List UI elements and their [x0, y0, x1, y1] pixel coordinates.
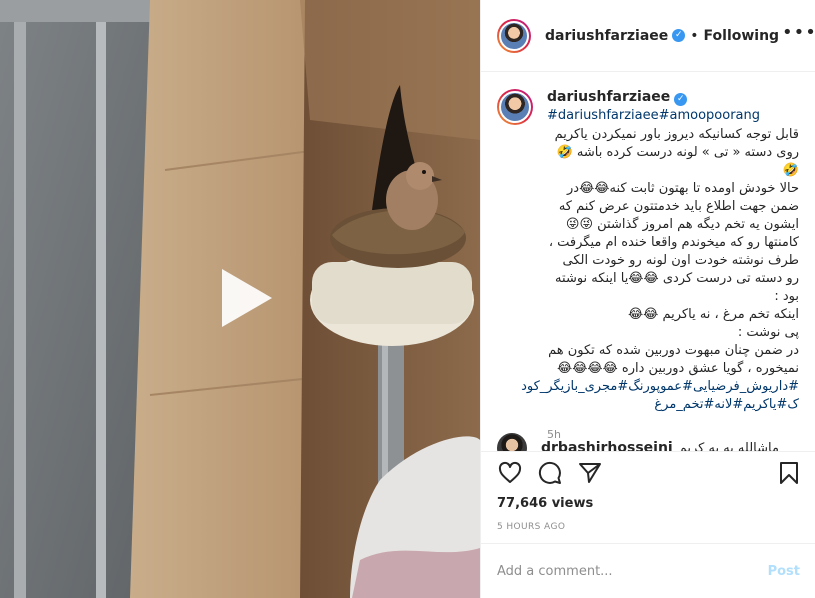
heart-icon[interactable]	[497, 460, 523, 486]
caption-hashtags[interactable]: #داریوش_فرضیایی#عموپورنگ#مجری_بازیگر_کود…	[521, 378, 799, 414]
verified-badge-icon: ✓	[672, 29, 686, 42]
more-options-icon[interactable]: •••	[782, 24, 815, 44]
comment-item: drbashirhosseini ماشالله به یه کریم	[497, 433, 779, 451]
caption-body: dariushfarziaee ✓ #dariushfarziaee#amoopo…	[521, 89, 799, 441]
post-header: dariushfarziaee ✓ • Following •••	[481, 0, 815, 72]
caption-author[interactable]: dariushfarziaee ✓	[547, 89, 799, 107]
author-avatar[interactable]	[497, 18, 531, 53]
commenter-username[interactable]: drbashirhosseini	[541, 440, 673, 451]
post-comment-button[interactable]: Post	[768, 564, 800, 579]
caption-author-avatar[interactable]	[497, 89, 533, 125]
bookmark-icon[interactable]	[776, 460, 802, 486]
author-username[interactable]: dariushfarziaee	[545, 28, 668, 44]
comment-icon[interactable]	[537, 460, 563, 486]
post-timestamp[interactable]: 5 HOURS AGO	[497, 522, 565, 532]
post-actions: 77,646 views 5 HOURS AGO	[481, 451, 815, 543]
following-button[interactable]: Following	[704, 28, 780, 44]
caption: dariushfarziaee ✓ #dariushfarziaee#amoopo…	[497, 89, 800, 441]
commenter-avatar[interactable]	[497, 433, 527, 451]
add-comment-bar: Post	[481, 543, 815, 598]
verified-badge-icon: ✓	[674, 93, 688, 106]
share-icon[interactable]	[577, 460, 603, 486]
comment-text: ماشالله به یه کریم	[678, 440, 779, 452]
post-media-video[interactable]	[0, 0, 480, 598]
play-icon[interactable]	[208, 263, 278, 333]
comments-section[interactable]: dariushfarziaee ✓ #dariushfarziaee#amoopo…	[481, 73, 815, 451]
view-count[interactable]: 77,646 views	[497, 496, 593, 511]
comment-input[interactable]	[497, 563, 768, 579]
caption-text: قابل توجه کسانیکه دیروز باور نمیکردن یاک…	[548, 127, 799, 376]
separator-dot: •	[690, 27, 699, 44]
post-detail-panel: dariushfarziaee ✓ • Following ••• darius…	[480, 0, 815, 598]
caption-hashtags-top[interactable]: #dariushfarziaee#amoopoorang	[547, 107, 799, 124]
